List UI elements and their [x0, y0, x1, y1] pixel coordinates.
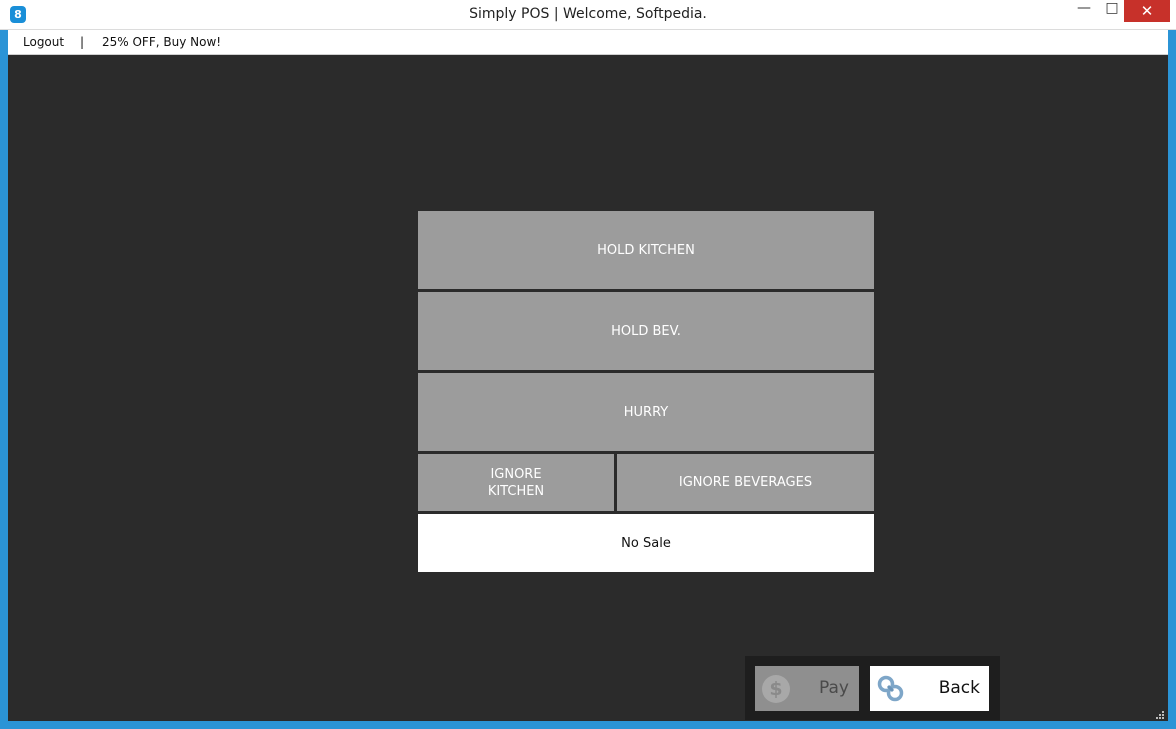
dollar-coin-icon: $ [762, 675, 790, 703]
app-window: 8 Simply POS | Welcome, Softpedia. — □ ✕… [0, 0, 1176, 729]
ignore-beverages-button[interactable]: IGNORE BEVERAGES [617, 454, 874, 511]
main-content: HOLD KITCHEN HOLD BEV. HURRY IGNORE KITC… [8, 55, 1168, 721]
logout-link[interactable]: Logout [23, 35, 64, 49]
ignore-kitchen-button[interactable]: IGNORE KITCHEN [418, 454, 614, 511]
hurry-button[interactable]: HURRY [418, 373, 874, 451]
no-sale-button[interactable]: No Sale [418, 514, 874, 572]
back-button[interactable]: Back [870, 666, 989, 711]
window-title: Simply POS | Welcome, Softpedia. [469, 6, 707, 22]
pay-label: Pay [819, 678, 849, 698]
ignore-kitchen-line1: IGNORE [490, 466, 542, 482]
close-button[interactable]: ✕ [1124, 0, 1170, 22]
hold-bev-button[interactable]: HOLD BEV. [418, 292, 874, 370]
resize-grip-icon[interactable] [1154, 709, 1164, 719]
back-label: Back [938, 678, 980, 698]
promo-link[interactable]: 25% OFF, Buy Now! [102, 35, 221, 49]
menu-separator: | [80, 35, 85, 49]
title-bar[interactable]: 8 Simply POS | Welcome, Softpedia. — □ ✕ [0, 0, 1176, 30]
link-chain-icon [877, 675, 904, 702]
pay-button[interactable]: $ Pay [755, 666, 859, 711]
ignore-kitchen-label: IGNORE KITCHEN [488, 466, 544, 500]
ignore-kitchen-line2: KITCHEN [487, 483, 545, 499]
action-panel: $ Pay Back [745, 656, 1000, 720]
menu-bar: Logout | 25% OFF, Buy Now! [8, 30, 1168, 55]
hold-kitchen-button[interactable]: HOLD KITCHEN [418, 211, 874, 289]
